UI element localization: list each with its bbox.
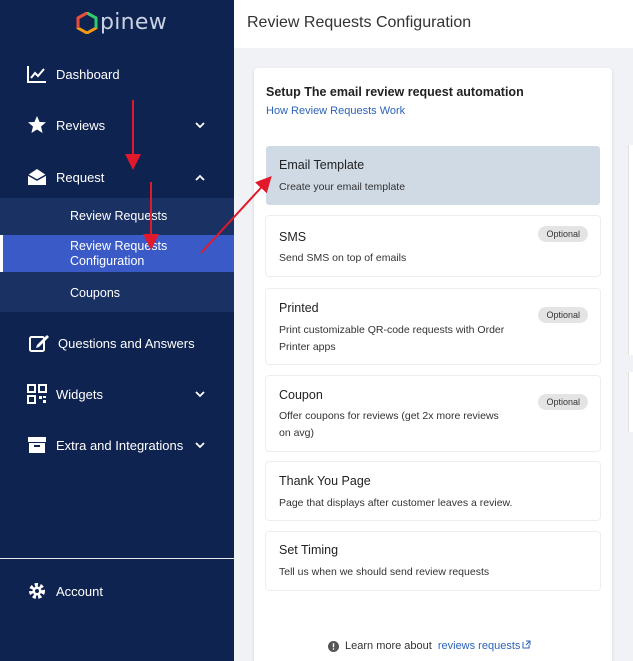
step-description: Send SMS on top of emails bbox=[279, 252, 407, 264]
step-title: Thank You Page bbox=[279, 474, 371, 488]
logo[interactable]: pinew bbox=[76, 10, 167, 35]
step-printed[interactable]: Printed Print customizable QR-code reque… bbox=[266, 289, 600, 364]
qr-code-icon bbox=[26, 383, 48, 405]
info-icon bbox=[328, 640, 339, 652]
reviews-requests-link-text: reviews requests bbox=[437, 640, 521, 652]
sidebar-subitem-label: Review Requests bbox=[70, 208, 168, 223]
step-title: SMS bbox=[279, 230, 307, 244]
top-bar: Review Requests Configuration bbox=[234, 0, 633, 48]
chart-line-icon bbox=[26, 63, 48, 85]
sidebar-item-label: Extra and Integrations bbox=[56, 437, 184, 453]
step-coupon[interactable]: Coupon Offer coupons for reviews (get 2x… bbox=[266, 376, 600, 451]
sidebar-subitem-coupons[interactable]: Coupons bbox=[0, 282, 234, 304]
step-thank-you-page[interactable]: Thank You Page Page that displays after … bbox=[266, 462, 600, 520]
sidebar-subitem-label: Review Requests Configuration bbox=[70, 238, 168, 268]
sidebar-item-account[interactable]: Account bbox=[0, 573, 234, 609]
learn-more: Learn more about reviews requests bbox=[328, 640, 531, 652]
side-panel-edge bbox=[628, 372, 633, 432]
chevron-down-icon bbox=[194, 119, 206, 131]
chevron-up-icon bbox=[194, 171, 206, 183]
gear-icon bbox=[26, 580, 48, 602]
page-title: Review Requests Configuration bbox=[247, 14, 472, 31]
sidebar-item-reviews[interactable]: Reviews bbox=[0, 107, 234, 143]
sidebar: pinew Dashboard Reviews Request Review R… bbox=[0, 0, 234, 661]
how-review-requests-work-link[interactable]: How Review Requests Work bbox=[266, 105, 405, 117]
sidebar-subitem-label: Coupons bbox=[70, 285, 121, 300]
sidebar-item-extra-and-integrations[interactable]: Extra and Integrations bbox=[0, 427, 234, 463]
step-description: Offer coupons for reviews (get 2x more r… bbox=[279, 410, 499, 439]
reviews-requests-link[interactable]: reviews requests bbox=[438, 640, 532, 652]
step-description: Print customizable QR-code requests with… bbox=[279, 324, 505, 353]
sidebar-item-dashboard[interactable]: Dashboard bbox=[0, 56, 234, 92]
sidebar-subitem-review-requests-configuration[interactable]: Review Requests Configuration bbox=[0, 235, 234, 272]
sidebar-item-label: Questions and Answers bbox=[58, 335, 195, 351]
learn-more-text: Learn more about bbox=[345, 640, 432, 652]
sidebar-item-request[interactable]: Request bbox=[0, 159, 234, 195]
optional-badge: Optional bbox=[538, 394, 588, 410]
step-title: Coupon bbox=[279, 388, 323, 402]
sidebar-divider bbox=[0, 558, 234, 559]
chevron-down-icon bbox=[194, 388, 206, 400]
step-description: Tell us when we should send review reque… bbox=[279, 566, 490, 578]
step-email-template[interactable]: Email Template Create your email templat… bbox=[266, 146, 600, 205]
optional-badge: Optional bbox=[538, 226, 588, 242]
side-panel-edge bbox=[628, 145, 633, 355]
chevron-down-icon bbox=[194, 439, 206, 451]
card-title: Setup The email review request automatio… bbox=[266, 85, 524, 99]
logo-mark-icon bbox=[76, 11, 98, 34]
sidebar-item-label: Reviews bbox=[56, 117, 106, 133]
step-description: Create your email template bbox=[279, 181, 406, 193]
step-title: Set Timing bbox=[279, 543, 339, 557]
star-icon bbox=[26, 114, 48, 136]
sidebar-item-label: Request bbox=[56, 169, 105, 185]
step-description: Page that displays after customer leaves… bbox=[279, 497, 513, 509]
sidebar-item-label: Account bbox=[56, 583, 103, 599]
logo-text: pinew bbox=[100, 10, 168, 35]
envelope-open-icon bbox=[26, 166, 48, 188]
step-title: Printed bbox=[279, 301, 319, 315]
edit-icon bbox=[29, 332, 51, 354]
sidebar-item-label: Widgets bbox=[56, 386, 103, 402]
optional-badge: Optional bbox=[538, 307, 588, 323]
archive-icon bbox=[26, 434, 48, 456]
sidebar-subitem-review-requests[interactable]: Review Requests bbox=[0, 205, 234, 227]
external-link-icon bbox=[522, 640, 531, 649]
sidebar-item-widgets[interactable]: Widgets bbox=[0, 376, 234, 412]
step-set-timing[interactable]: Set Timing Tell us when we should send r… bbox=[266, 532, 600, 590]
step-title: Email Template bbox=[279, 158, 365, 172]
step-sms[interactable]: SMS Send SMS on top of emails Optional bbox=[266, 216, 600, 276]
sidebar-item-label: Dashboard bbox=[56, 66, 120, 82]
sidebar-item-questions-and-answers[interactable]: Questions and Answers bbox=[0, 325, 234, 361]
